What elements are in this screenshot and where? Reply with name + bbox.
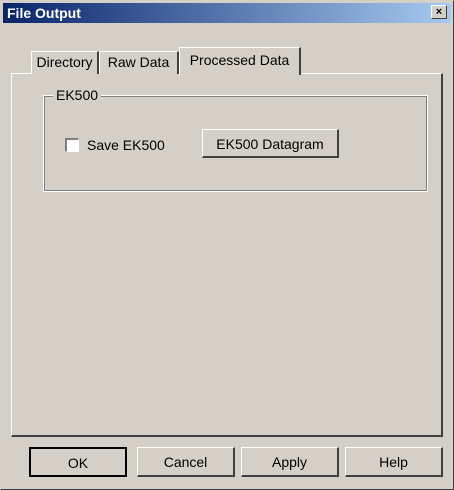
save-ek500-label[interactable]: Save EK500	[87, 137, 165, 153]
tab-directory-label: Directory	[36, 54, 93, 70]
tab-raw-data[interactable]: Raw Data	[99, 51, 179, 74]
help-button[interactable]: Help	[345, 447, 443, 477]
close-icon: ×	[435, 6, 443, 18]
tab-processed-data[interactable]: Processed Data	[179, 47, 301, 75]
file-output-dialog: File Output × Directory Raw Data Process…	[0, 0, 454, 490]
title-bar: File Output ×	[3, 3, 451, 23]
ok-button[interactable]: OK	[29, 447, 127, 477]
save-ek500-checkbox[interactable]	[65, 138, 79, 152]
cancel-button[interactable]: Cancel	[137, 447, 235, 477]
ek500-datagram-button[interactable]: EK500 Datagram	[202, 129, 339, 158]
tab-directory[interactable]: Directory	[31, 51, 99, 74]
window-title: File Output	[7, 5, 81, 21]
close-button[interactable]: ×	[431, 5, 447, 19]
tab-raw-data-label: Raw Data	[107, 54, 170, 70]
apply-button[interactable]: Apply	[241, 447, 339, 477]
tab-processed-data-label: Processed Data	[189, 52, 290, 68]
ek500-group-label: EK500	[53, 87, 102, 103]
